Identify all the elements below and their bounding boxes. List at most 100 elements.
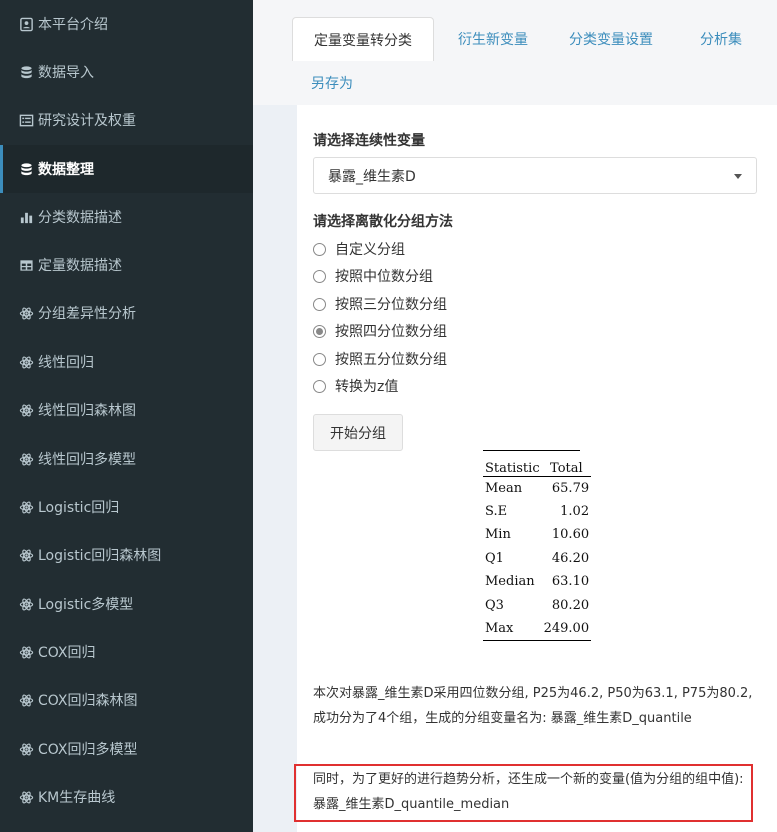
sidebar-item-label: 线性回归多模型 xyxy=(38,452,136,468)
radio-circle-checked xyxy=(313,324,326,338)
sidebar-item-platform-intro[interactable]: 本平台介绍 xyxy=(0,0,253,48)
table-cell-stat: S.E xyxy=(485,503,508,519)
sidebar-item-label: 分类数据描述 xyxy=(38,210,122,226)
atom-icon xyxy=(18,692,34,708)
atom-icon xyxy=(18,499,34,515)
sidebar-item-label: COX回归 xyxy=(38,645,96,661)
sidebar-item-label: Logistic回归森林图 xyxy=(38,548,162,564)
sidebar-item-logistic[interactable]: Logistic回归 xyxy=(0,483,253,531)
atom-icon xyxy=(18,789,34,805)
table-cell-stat: Q3 xyxy=(485,597,504,613)
sidebar-item-group-diff[interactable]: 分组差异性分析 xyxy=(0,289,253,337)
table-cell-value: 46.20 xyxy=(551,550,590,566)
sidebar-item-label: 本平台介绍 xyxy=(38,17,108,33)
id-card-icon xyxy=(18,16,34,32)
result-message: 本次对暴露_维生素D采用四位数分组, P25为46.2, P50为63.1, P… xyxy=(313,686,753,726)
radio-quartile-group[interactable]: 按照四分位数分组 xyxy=(313,321,447,341)
atom-icon xyxy=(18,741,34,757)
sidebar-item-label: COX回归森林图 xyxy=(38,693,138,709)
atom-icon xyxy=(18,354,34,370)
table-cell-stat: Max xyxy=(483,617,542,641)
caret-down-icon xyxy=(734,174,742,179)
sidebar-item-label: 定量数据描述 xyxy=(38,258,122,274)
start-grouping-button[interactable]: 开始分组 xyxy=(313,414,403,451)
sidebar-item-cox-multi[interactable]: COX回归多模型 xyxy=(0,725,253,773)
sidebar-item-label: 数据导入 xyxy=(38,65,94,81)
variable-select-value: 暴露_维生素D xyxy=(328,168,416,185)
sidebar-item-label: 研究设计及权重 xyxy=(38,113,136,129)
table-row: Q3 80.20 xyxy=(483,594,591,618)
variable-select[interactable]: 暴露_维生素D xyxy=(313,157,757,194)
main-content: 定量变量转分类 衍生新变量 分类变量设置 分析集 另存为 请选择连续性变量 暴露… xyxy=(253,0,777,832)
radio-custom-group[interactable]: 自定义分组 xyxy=(313,239,405,259)
table-cell-stat: Min xyxy=(485,527,511,543)
sidebar-item-label: Logistic回归 xyxy=(38,500,120,516)
sidebar-item-label: 线性回归森林图 xyxy=(38,403,136,419)
radio-label: 按照五分位数分组 xyxy=(335,352,447,368)
method-label: 请选择离散化分组方法 xyxy=(313,214,453,230)
variable-select-label: 请选择连续性变量 xyxy=(313,133,425,149)
sidebar-item-data-cleaning[interactable]: 数据整理 xyxy=(0,145,253,193)
radio-label: 按照四分位数分组 xyxy=(335,324,447,340)
sidebar-item-linear-regression[interactable]: 线性回归 xyxy=(0,338,253,386)
atom-icon xyxy=(18,402,34,418)
radio-tertile-group[interactable]: 按照三分位数分组 xyxy=(313,294,447,314)
atom-icon xyxy=(18,644,34,660)
atom-icon xyxy=(18,305,34,321)
tab-save-as[interactable]: 另存为 xyxy=(292,61,372,105)
sidebar-item-label: Logistic多模型 xyxy=(38,597,134,613)
sidebar-item-label: 分组差异性分析 xyxy=(38,306,136,322)
sidebar-item-cox-forest[interactable]: COX回归森林图 xyxy=(0,676,253,724)
table-cell-stat: Q1 xyxy=(485,550,504,566)
radio-circle xyxy=(313,242,326,256)
form-panel: 请选择连续性变量 暴露_维生素D 请选择离散化分组方法 自定义分组 按照中位数分… xyxy=(297,105,777,832)
radio-label: 按照中位数分组 xyxy=(335,269,433,285)
list-alt-icon xyxy=(18,112,34,128)
table-cell-stat: Mean xyxy=(485,480,523,496)
atom-icon xyxy=(18,547,34,563)
tab-derive-variable[interactable]: 衍生新变量 xyxy=(443,17,543,61)
sidebar-item-logistic-forest[interactable]: Logistic回归森林图 xyxy=(0,531,253,579)
radio-median-group[interactable]: 按照中位数分组 xyxy=(313,266,433,286)
radio-circle xyxy=(313,297,326,311)
table-row: Mean 65.79 xyxy=(483,476,591,500)
sidebar: 本平台介绍 数据导入 研究设计及权重 数据整理 分类数据描述 定量数据描述 分组… xyxy=(0,0,253,832)
radio-label: 按照三分位数分组 xyxy=(335,297,447,313)
atom-icon xyxy=(18,596,34,612)
sidebar-item-linear-multi[interactable]: 线性回归多模型 xyxy=(0,435,253,483)
table-header-cell: Total xyxy=(541,450,592,477)
atom-icon xyxy=(18,451,34,467)
sidebar-item-study-design[interactable]: 研究设计及权重 xyxy=(0,96,253,144)
database-icon xyxy=(18,64,34,80)
sidebar-item-label: KM生存曲线 xyxy=(38,790,116,806)
table-cell-value: 63.10 xyxy=(551,574,590,590)
sidebar-item-data-import[interactable]: 数据导入 xyxy=(0,48,253,96)
table-cell-value: 1.02 xyxy=(560,503,590,519)
radio-z-score[interactable]: 转换为z值 xyxy=(313,376,398,396)
sidebar-item-km-curve[interactable]: KM生存曲线 xyxy=(0,773,253,821)
table-row: Max 249.00 xyxy=(483,617,592,641)
database-icon xyxy=(18,161,34,177)
table-cell-stat: Median xyxy=(485,574,535,590)
radio-circle xyxy=(313,352,326,366)
radio-circle xyxy=(313,269,326,283)
sidebar-item-logistic-multi[interactable]: Logistic多模型 xyxy=(0,580,253,628)
radio-quintile-group[interactable]: 按照五分位数分组 xyxy=(313,349,447,369)
radio-label: 自定义分组 xyxy=(335,242,405,258)
tab-categorical-settings[interactable]: 分类变量设置 xyxy=(555,17,667,61)
table-icon xyxy=(18,257,34,273)
table-header-row: Statistic Total xyxy=(483,450,592,477)
tab-bar: 定量变量转分类 衍生新变量 分类变量设置 分析集 另存为 xyxy=(253,0,777,105)
bar-chart-icon xyxy=(18,209,34,225)
statistics-table: Statistic Total Mean 65.79 S.E 1.02 Min … xyxy=(483,450,592,641)
highlight-annotation-box xyxy=(294,764,753,822)
radio-circle xyxy=(313,379,326,393)
sidebar-item-quantitative-desc[interactable]: 定量数据描述 xyxy=(0,241,253,289)
sidebar-item-categorical-desc[interactable]: 分类数据描述 xyxy=(0,193,253,241)
table-cell-value: 249.00 xyxy=(541,617,592,641)
sidebar-item-linear-forest[interactable]: 线性回归森林图 xyxy=(0,386,253,434)
tab-analysis-set[interactable]: 分析集 xyxy=(683,17,759,61)
sidebar-item-cox[interactable]: COX回归 xyxy=(0,628,253,676)
tab-quant-to-cat[interactable]: 定量变量转分类 xyxy=(292,17,434,61)
table-header-cell: Statistic xyxy=(483,450,542,477)
